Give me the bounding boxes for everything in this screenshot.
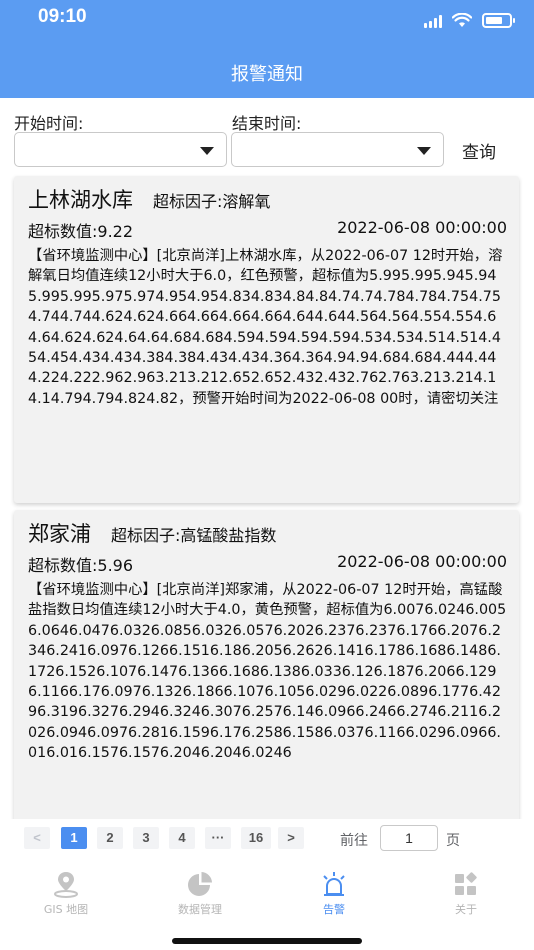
pie-chart-icon bbox=[188, 872, 212, 896]
tab-label: GIS 地图 bbox=[43, 903, 89, 916]
goto-label: 前往 bbox=[340, 833, 368, 849]
alarm-card[interactable]: 上林湖水库 超标因子:溶解氧 超标数值:9.22 2022-06-08 00:0… bbox=[14, 176, 519, 503]
page-button-1[interactable]: 1 bbox=[61, 827, 87, 849]
tab-about[interactable]: 关于 bbox=[416, 870, 516, 917]
tab-label: 关于 bbox=[455, 903, 477, 916]
tab-alarm[interactable]: 告警 bbox=[284, 870, 384, 917]
exceed-value: 超标数值:9.22 bbox=[28, 222, 134, 241]
status-bar: 09:10 bbox=[0, 0, 534, 40]
status-time: 09:10 bbox=[38, 6, 87, 27]
tab-data-management[interactable]: 数据管理 bbox=[150, 870, 250, 917]
status-icons bbox=[424, 13, 515, 28]
tab-gis-map[interactable]: GIS 地图 bbox=[16, 870, 116, 917]
chevron-down-icon bbox=[417, 147, 431, 155]
more-pages-button[interactable]: ··· bbox=[205, 827, 231, 849]
page-button-16[interactable]: 16 bbox=[241, 827, 271, 849]
battery-icon bbox=[482, 13, 515, 28]
exceed-factor: 超标因子:高锰酸盐指数 bbox=[111, 526, 277, 545]
home-indicator bbox=[172, 938, 362, 944]
query-button[interactable]: 查询 bbox=[462, 138, 496, 163]
exceed-factor: 超标因子:溶解氧 bbox=[153, 192, 271, 211]
cellular-signal-icon bbox=[424, 14, 442, 28]
app-header: 09:10 报警通知 bbox=[0, 0, 534, 98]
end-time-label: 结束时间: bbox=[232, 114, 302, 133]
exceed-value: 超标数值:5.96 bbox=[28, 556, 134, 575]
grid-apps-icon bbox=[455, 872, 477, 895]
end-time-select[interactable] bbox=[231, 132, 444, 167]
alarm-list[interactable]: 上林湖水库 超标因子:溶解氧 超标数值:9.22 2022-06-08 00:0… bbox=[0, 174, 534, 819]
page-button-4[interactable]: 4 bbox=[169, 827, 195, 849]
page-button-2[interactable]: 2 bbox=[97, 827, 123, 849]
alarm-time: 2022-06-08 00:00:00 bbox=[337, 218, 507, 237]
filter-bar: 开始时间: 结束时间: 查询 bbox=[0, 98, 534, 174]
goto-page-input[interactable] bbox=[380, 825, 438, 851]
wifi-icon bbox=[452, 13, 472, 27]
start-time-label: 开始时间: bbox=[14, 114, 84, 133]
chevron-down-icon bbox=[200, 147, 214, 155]
alarm-message: 【省环境监测中心】[北京尚洋]上林湖水库，从2022-06-07 12时开始，溶… bbox=[28, 248, 503, 407]
tab-label: 告警 bbox=[323, 903, 345, 916]
start-time-select[interactable] bbox=[14, 132, 227, 167]
station-name: 郑家浦 bbox=[28, 522, 91, 546]
alarm-message: 【省环境监测中心】[北京尚洋]郑家浦，从2022-06-07 12时开始，高锰酸… bbox=[28, 582, 507, 762]
pagination: < 1 2 3 4 ··· 16 > 前往 页 bbox=[0, 822, 534, 854]
page-button-3[interactable]: 3 bbox=[133, 827, 159, 849]
tab-label: 数据管理 bbox=[178, 903, 222, 916]
alarm-time: 2022-06-08 00:00:00 bbox=[337, 552, 507, 571]
alarm-light-icon bbox=[323, 872, 345, 896]
goto-suffix: 页 bbox=[446, 833, 460, 849]
next-page-button[interactable]: > bbox=[278, 827, 304, 849]
prev-page-button[interactable]: < bbox=[24, 827, 50, 849]
bottom-tab-bar: GIS 地图 数据管理 告警 关于 bbox=[0, 858, 534, 950]
station-name: 上林湖水库 bbox=[28, 188, 133, 212]
page-title: 报警通知 bbox=[231, 64, 303, 85]
alarm-card[interactable]: 郑家浦 超标因子:高锰酸盐指数 超标数值:5.96 2022-06-08 00:… bbox=[14, 510, 519, 819]
map-pin-icon bbox=[54, 872, 78, 898]
